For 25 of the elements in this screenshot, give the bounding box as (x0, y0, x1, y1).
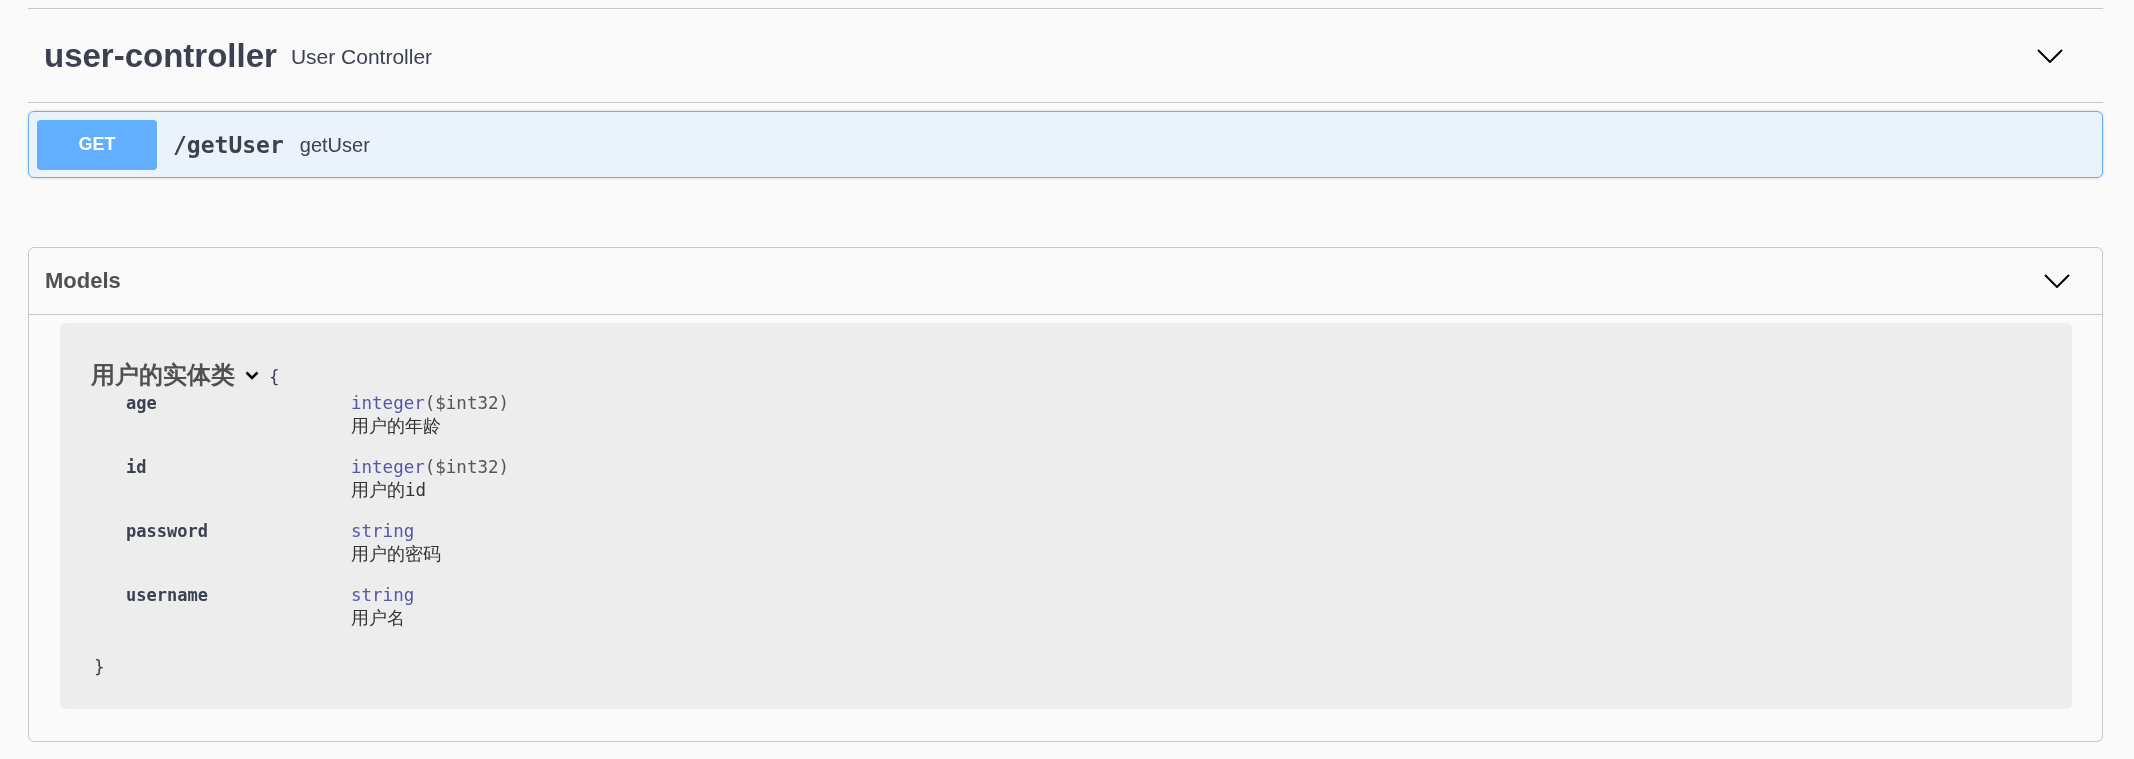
property-name: id (126, 456, 148, 479)
model-title: 用户的实体类 (91, 360, 235, 390)
open-brace: { (269, 365, 280, 389)
property-description: 用户名 (351, 607, 405, 630)
property-type: string (351, 584, 415, 607)
close-brace: } (94, 656, 105, 679)
chevron-down-icon[interactable] (2037, 48, 2063, 63)
property-description: 用户的id (351, 479, 427, 502)
method-badge: GET (37, 119, 157, 170)
chevron-down-icon[interactable] (2044, 274, 2070, 288)
models-title: Models (45, 267, 121, 295)
property-type: integer($int32) (351, 456, 510, 479)
property-type: integer($int32) (351, 392, 510, 415)
property-name: age (126, 392, 158, 415)
operation-summary: getUser (299, 132, 370, 158)
tag-description: User Controller (290, 43, 433, 70)
property-type: string (351, 520, 415, 543)
endpoint-path: /getUser (173, 130, 284, 160)
property-description: 用户的年龄 (351, 415, 441, 438)
property-description: 用户的密码 (351, 543, 441, 566)
operation-row[interactable]: GET /getUser getUser (28, 111, 2103, 178)
property-name: password (126, 520, 209, 543)
property-name: username (126, 584, 209, 607)
tag-title: user-controller (44, 35, 277, 76)
chevron-down-icon[interactable] (245, 370, 259, 380)
